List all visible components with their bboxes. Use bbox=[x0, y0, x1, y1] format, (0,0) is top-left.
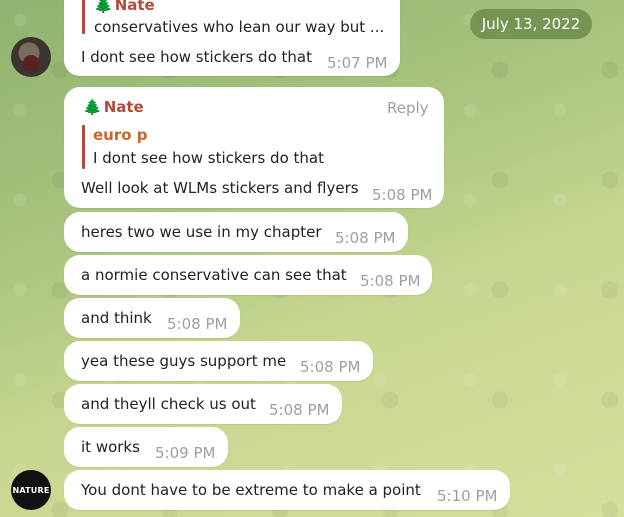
reply-sender-name: 🌲 Nate bbox=[94, 0, 155, 14]
message-text: heres two we use in my chapter bbox=[81, 223, 322, 241]
message-bubble[interactable]: heres two we use in my chapter 5:08 PM bbox=[64, 212, 408, 252]
message-text: I dont see how stickers do that bbox=[81, 48, 312, 66]
message-text: You dont have to be extreme to make a po… bbox=[81, 481, 421, 499]
message-time: 5:08 PM bbox=[372, 186, 433, 204]
reply-quote-bar bbox=[82, 0, 85, 34]
tree-icon: 🌲 bbox=[94, 0, 113, 14]
message-text: a normie conservative can see that bbox=[81, 266, 347, 284]
message-time: 5:08 PM bbox=[360, 272, 421, 290]
message-text: Well look at WLMs stickers and flyers bbox=[81, 179, 359, 197]
message-text: and theyll check us out bbox=[81, 395, 256, 413]
message-time: 5:08 PM bbox=[269, 401, 330, 419]
date-divider-label: July 13, 2022 bbox=[481, 15, 581, 33]
date-divider: July 13, 2022 bbox=[470, 9, 592, 39]
message-time: 5:08 PM bbox=[167, 315, 228, 333]
reply-quote-bar bbox=[82, 125, 85, 169]
tree-icon: 🌲 bbox=[83, 98, 102, 116]
message-text: it works bbox=[81, 438, 140, 456]
avatar-logo-text: NATURE bbox=[12, 485, 50, 495]
message-time: 5:08 PM bbox=[335, 229, 396, 247]
sender-avatar[interactable]: NATURE bbox=[11, 470, 51, 510]
message-time: 5:09 PM bbox=[155, 444, 216, 462]
message-bubble[interactable]: You dont have to be extreme to make a po… bbox=[64, 470, 510, 510]
message-bubble[interactable]: a normie conservative can see that 5:08 … bbox=[64, 255, 432, 295]
message-time: 5:10 PM bbox=[437, 487, 498, 505]
message-bubble[interactable]: yea these guys support me 5:08 PM bbox=[64, 341, 373, 381]
sender-name[interactable]: 🌲 Nate bbox=[83, 98, 144, 116]
message-bubble[interactable]: it works 5:09 PM bbox=[64, 427, 228, 467]
reply-quote-text: conservatives who lean our way but ... bbox=[94, 18, 385, 36]
message-bubble[interactable]: and theyll check us out 5:08 PM bbox=[64, 384, 342, 424]
sender-avatar[interactable] bbox=[11, 37, 51, 77]
reply-button[interactable]: Reply bbox=[387, 99, 429, 117]
quote-sender-name: euro p bbox=[93, 126, 148, 144]
message-bubble[interactable]: 🌲 Nate conservatives who lean our way but… bbox=[64, 0, 400, 76]
message-text: and think bbox=[81, 309, 152, 327]
message-time: 5:08 PM bbox=[300, 358, 361, 376]
message-text: yea these guys support me bbox=[81, 352, 287, 370]
message-bubble[interactable]: 🌲 Nate Reply euro p I dont see how sticke… bbox=[64, 87, 444, 208]
message-bubble[interactable]: and think 5:08 PM bbox=[64, 298, 240, 338]
quote-text: I dont see how stickers do that bbox=[93, 149, 324, 167]
message-time: 5:07 PM bbox=[327, 54, 388, 72]
